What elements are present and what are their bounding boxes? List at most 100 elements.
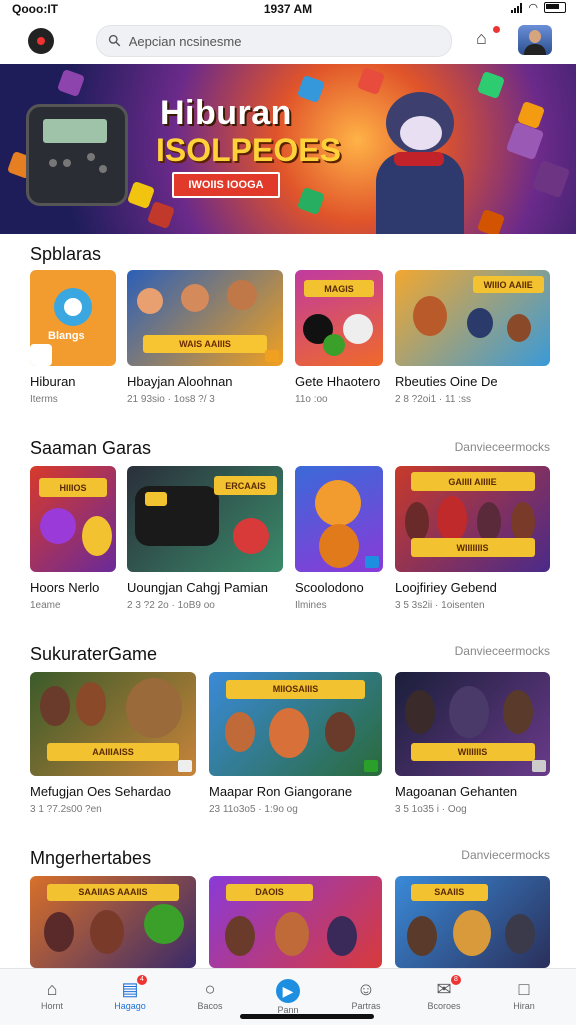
hero-title: Hiburan bbox=[160, 94, 292, 132]
app-name: Mefugjan Oes Sehardao bbox=[30, 784, 171, 799]
search-input[interactable] bbox=[126, 32, 431, 50]
app-name: Uoungjan Cahgj Pamian bbox=[127, 580, 268, 595]
nav-search[interactable]: ○ Bacos bbox=[180, 975, 240, 1019]
app-thumbnail: WIIIO AAIIE bbox=[395, 270, 550, 366]
home-indicator bbox=[240, 1014, 374, 1019]
app-meta: 21 93sio · 1os8 ?/ 3 bbox=[127, 394, 215, 405]
app-card[interactable]: WIIIO AAIIE Rbeuties Oine De 2 8 ?2oi1 ·… bbox=[395, 270, 550, 410]
app-card[interactable]: GAIIII AIIIIE WIIIIIIIS Loojfiriey Geben… bbox=[395, 466, 550, 616]
app-meta: 2 8 ?2oi1 · 11 :ss bbox=[395, 394, 471, 405]
section-title: Saaman Garas bbox=[30, 438, 152, 458]
document-icon: □ bbox=[518, 979, 530, 999]
app-thumbnail: SAAIIS bbox=[395, 876, 550, 968]
nav-badge: 8 bbox=[451, 975, 461, 985]
app-thumbnail: AAIIIAISS bbox=[30, 672, 196, 776]
hero-mascot bbox=[348, 82, 498, 234]
app-card[interactable]: MIIOSAIIIS Maapar Ron Giangorane 23 11o3… bbox=[209, 672, 382, 822]
section-title: Mngerhertabes bbox=[30, 848, 152, 868]
nav-home[interactable]: ⌂ Hornt bbox=[22, 975, 82, 1019]
nav-label: Hiran bbox=[513, 1001, 535, 1011]
home-icon: ⌂ bbox=[46, 979, 58, 999]
app-card[interactable]: HIIIOS Hoors Nerlo 1eame bbox=[30, 466, 116, 616]
nav-label: Hornt bbox=[40, 1001, 63, 1011]
avatar[interactable] bbox=[518, 25, 552, 55]
app-card[interactable]: WAIS AAIIIS Hbayjan Aloohnan 21 93sio · … bbox=[127, 270, 283, 410]
signal-icon bbox=[511, 2, 523, 13]
play-icon: ▶ bbox=[276, 979, 300, 1003]
hero-banner[interactable]: Hiburan ISOLPEOES IWOIIS IOOGA bbox=[0, 64, 576, 234]
app-thumbnail bbox=[295, 466, 383, 572]
app-card[interactable]: ERCAAIS Uoungjan Cahgj Pamian 2 3 ?2 2o … bbox=[127, 466, 283, 616]
app-name: Gete Hhaotero bbox=[295, 374, 381, 389]
nav-messages[interactable]: ✉ 8 Bcoroes bbox=[414, 975, 474, 1019]
app-thumbnail: HIIIOS bbox=[30, 466, 116, 572]
nav-label: Partras bbox=[351, 1001, 381, 1011]
app-thumbnail: SAAIIAS AAAIIS bbox=[30, 876, 196, 968]
nav-profile[interactable]: □ Hiran bbox=[494, 975, 554, 1019]
app-thumbnail: MIIOSAIIIS bbox=[209, 672, 382, 776]
app-card[interactable]: SAAIIS bbox=[395, 876, 550, 968]
app-meta: 3 5 1o35 i · Oog bbox=[395, 804, 467, 815]
see-more-link[interactable]: Danviecermocks bbox=[461, 848, 550, 862]
see-more-link[interactable]: Danvieceermocks bbox=[455, 440, 550, 454]
see-more-link[interactable]: Danvieceermocks bbox=[455, 644, 550, 658]
nav-play[interactable]: ▶ Pann bbox=[258, 975, 318, 1019]
app-thumbnail: ERCAAIS bbox=[127, 466, 283, 572]
status-bar: Qooo:IT 1937 AM ◠ bbox=[0, 0, 576, 18]
app-card[interactable]: SAAIIAS AAAIIS bbox=[30, 876, 196, 968]
nav-partners[interactable]: ☺ Partras bbox=[336, 975, 396, 1019]
app-name: Rbeuties Oine De bbox=[395, 374, 498, 389]
app-name: Hbayjan Aloohnan bbox=[127, 374, 233, 389]
app-meta: 2 3 ?2 2o · 1oB9 oo bbox=[127, 600, 215, 611]
notification-bell-icon[interactable]: ⌂ bbox=[476, 26, 500, 50]
app-thumbnail: DAOIS bbox=[209, 876, 382, 968]
app-meta: Iterms bbox=[30, 394, 58, 405]
people-icon: ☺ bbox=[356, 979, 376, 999]
notification-dot bbox=[493, 26, 500, 33]
store-icon: ▤ 4 bbox=[119, 975, 147, 999]
nav-label: Bacos bbox=[197, 1001, 223, 1011]
app-card[interactable]: DAOIS bbox=[209, 876, 382, 968]
gamepad-device-icon bbox=[26, 104, 128, 206]
app-meta: 3 5 3s2ii · 1oisenten bbox=[395, 600, 485, 611]
app-thumbnail: WAIS AAIIIS bbox=[127, 270, 283, 366]
app-meta: Ilmines bbox=[295, 600, 327, 611]
app-name: Hiburan bbox=[30, 374, 76, 389]
mail-icon: ✉ 8 bbox=[433, 975, 461, 999]
app-name: Maapar Ron Giangorane bbox=[209, 784, 353, 799]
app-thumbnail: Blangs bbox=[30, 270, 116, 366]
app-card[interactable]: AAIIIAISS Mefugjan Oes Sehardao 3 1 ?7.2… bbox=[30, 672, 196, 822]
hero-subtitle: ISOLPEOES bbox=[156, 132, 341, 168]
app-card[interactable]: Scoolodono Ilmines bbox=[295, 466, 383, 616]
section-title: SukuraterGame bbox=[30, 644, 158, 664]
nav-store[interactable]: ▤ 4 Hagago bbox=[100, 975, 160, 1019]
hero-cta-button[interactable]: IWOIIS IOOGA bbox=[172, 172, 280, 198]
app-thumbnail: MAGIS bbox=[295, 270, 383, 366]
status-icons: ◠ bbox=[511, 1, 566, 14]
app-card[interactable]: WIIIIIIS Magoanan Gehanten 3 5 1o35 i · … bbox=[395, 672, 550, 822]
search-bar[interactable]: ⚲ bbox=[96, 25, 452, 57]
clock: 1937 AM bbox=[263, 2, 313, 16]
app-card[interactable]: Blangs Hiburan Iterms bbox=[30, 270, 116, 410]
app-thumbnail: GAIIII AIIIIE WIIIIIIIS bbox=[395, 466, 550, 572]
app-meta: 11o :oo bbox=[295, 394, 328, 405]
app-meta: 1eame bbox=[30, 600, 61, 611]
app-name: Magoanan Gehanten bbox=[395, 784, 518, 799]
top-bar: ⚲ ⌂ bbox=[0, 20, 576, 62]
app-thumbnail: WIIIIIIS bbox=[395, 672, 550, 776]
app-card[interactable]: MAGIS Gete Hhaotero 11o :oo bbox=[295, 270, 383, 410]
wifi-icon: ◠ bbox=[528, 2, 538, 14]
app-name: Hoors Nerlo bbox=[30, 580, 100, 595]
app-name: Loojfiriey Gebend bbox=[395, 580, 497, 595]
app-meta: 3 1 ?7.2s00 ?en bbox=[30, 804, 102, 815]
nav-badge: 4 bbox=[137, 975, 147, 985]
app-name: Scoolodono bbox=[295, 580, 364, 595]
nav-label: Bcoroes bbox=[427, 1001, 461, 1011]
search-icon: ⚲ bbox=[105, 31, 126, 52]
nav-label: Hagago bbox=[114, 1001, 146, 1011]
section-title: Spblaras bbox=[30, 244, 102, 264]
battery-icon bbox=[544, 2, 566, 13]
search-icon: ○ bbox=[204, 979, 216, 999]
app-meta: 23 11o3o5 · 1:9o og bbox=[209, 804, 298, 815]
app-logo-icon[interactable] bbox=[28, 28, 54, 54]
